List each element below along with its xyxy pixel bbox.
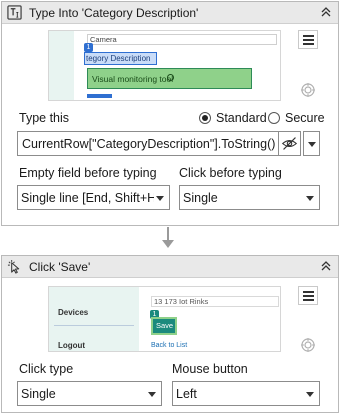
standard-radio[interactable] [199,112,211,124]
chevron-down-icon [306,196,314,201]
hamburger-menu-icon[interactable] [298,286,318,305]
secure-radio[interactable] [268,112,280,124]
chevron-down-icon [306,392,314,397]
eye-slash-icon [281,137,298,150]
preview-top-field: Camera [87,34,277,45]
preview-blue-bar [87,94,112,98]
preview-sidebar [49,31,74,100]
mouse-button-select[interactable]: Left [172,381,320,406]
click-before-select[interactable]: Single [179,185,320,210]
preview-nav-divider [54,325,134,326]
click-activity-card[interactable]: Click 'Save' Devices Logout 13 173 Iot R… [1,255,339,413]
activity-header[interactable]: Type Into 'Category Description' [2,2,338,24]
target-indicator-icon[interactable] [300,337,316,353]
secure-radio-label[interactable]: Secure [285,111,325,125]
standard-radio-label[interactable]: Standard [216,111,267,125]
mouse-button-label: Mouse button [172,362,248,376]
click-type-label: Click type [19,362,74,376]
screenshot-preview[interactable]: Devices Logout 13 173 Iot Rinks 1 Save B… [48,286,281,352]
click-type-select[interactable]: Single [17,381,162,406]
chevron-down-icon [156,196,164,201]
target-marker-icon [167,74,174,81]
empty-field-select[interactable]: Single line [End, Shift+H [17,185,170,210]
chevron-down-icon [148,392,156,397]
double-chevron-up-icon[interactable] [320,6,332,18]
text-cursor-icon [7,5,22,20]
chevron-down-icon [308,142,316,147]
preview-save-button: Save [151,317,177,335]
double-chevron-up-icon[interactable] [320,260,332,272]
screenshot-preview[interactable]: Camera 1 tegory Description Visual monit… [48,30,281,101]
expression-dropdown-button[interactable] [303,131,320,156]
type-this-label: Type this [19,111,70,125]
preview-target-field: Visual monitoring tool [87,68,252,89]
arrow-down-icon [162,240,174,248]
type-into-activity-card[interactable]: Type Into 'Category Description' Camera … [1,1,339,226]
mouse-click-icon [7,259,20,274]
preview-top-field: 13 173 Iot Rinks [151,296,279,307]
type-this-expression-input[interactable]: CurrentRow["CategoryDescription"].ToStri… [17,131,279,156]
activity-title: Click 'Save' [29,260,91,274]
target-indicator-icon[interactable] [300,82,316,98]
preview-label-highlight: tegory Description [84,52,157,65]
preview-badge: 1 [84,43,93,52]
hamburger-menu-icon[interactable] [298,30,318,49]
empty-field-label: Empty field before typing [19,166,157,180]
activity-header[interactable]: Click 'Save' [2,256,338,278]
activity-title: Type Into 'Category Description' [29,6,199,20]
show-hide-button[interactable] [279,131,301,156]
click-before-label: Click before typing [179,166,282,180]
